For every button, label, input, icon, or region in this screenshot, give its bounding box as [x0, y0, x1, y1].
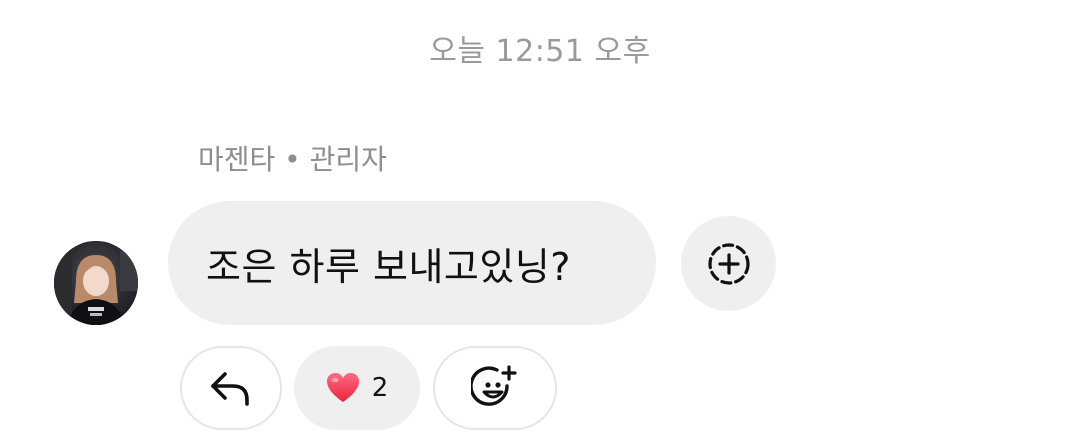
avatar-image — [54, 241, 138, 325]
reply-arrow-icon — [211, 372, 249, 406]
avatar[interactable] — [54, 241, 138, 325]
reply-button[interactable] — [180, 346, 282, 430]
message-bubble[interactable]: 조은 하루 보내고있닝? — [168, 201, 656, 325]
sender-label: 마젠타 • 관리자 — [198, 143, 387, 176]
add-emoji-icon — [471, 365, 517, 406]
add-emoji-button[interactable] — [433, 346, 557, 430]
message-timestamp: 오늘 12:51 오후 — [429, 34, 651, 69]
heart-emoji-icon — [326, 373, 359, 402]
message-text: 조은 하루 보내고있닝? — [206, 244, 571, 289]
add-reaction-icon — [707, 242, 750, 285]
heart-reaction-button[interactable]: 2 — [294, 346, 420, 430]
chat-thread: 오늘 12:51 오후 마젠타 • 관리자 조은 하루 보내고있닝? 2 — [0, 0, 1080, 447]
add-reaction-button[interactable] — [681, 216, 776, 311]
heart-reaction-count: 2 — [371, 373, 389, 403]
